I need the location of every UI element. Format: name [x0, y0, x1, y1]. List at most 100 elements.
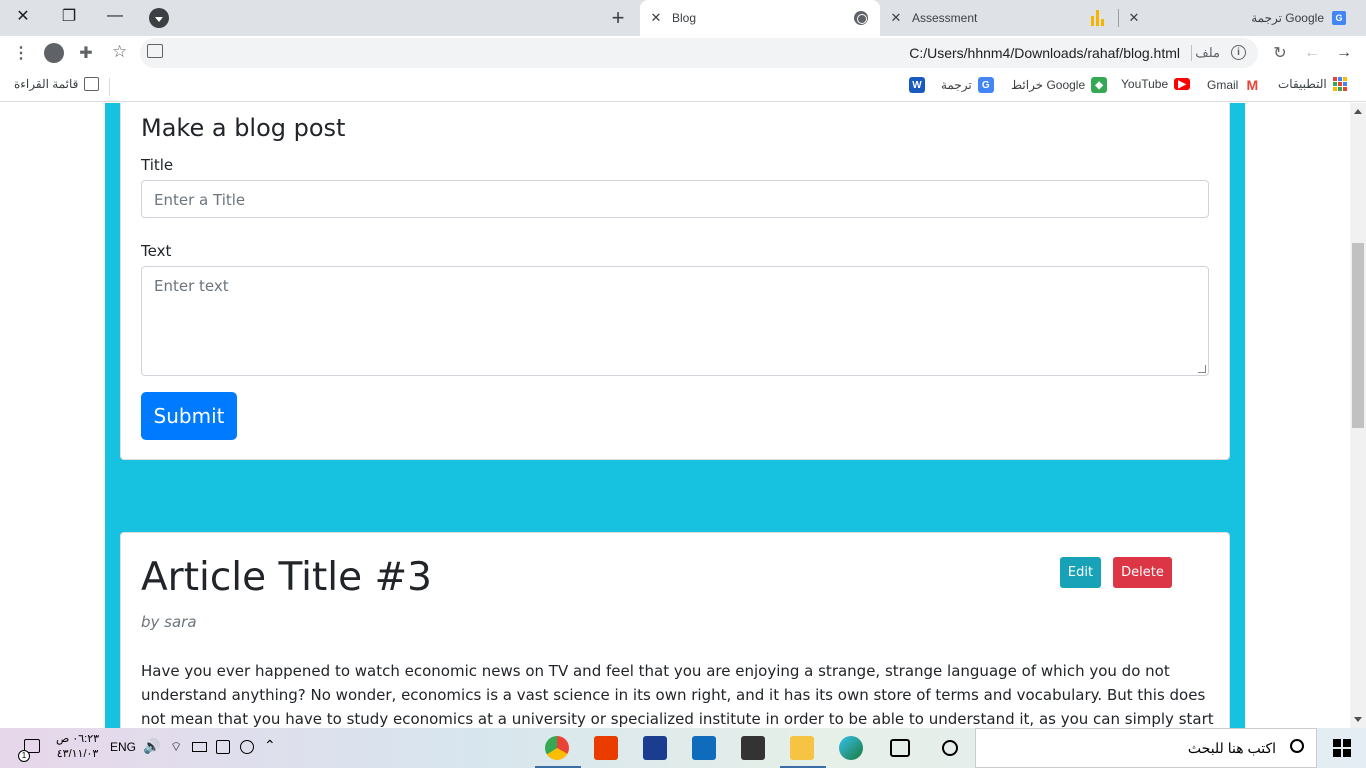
word-icon: W — [909, 77, 925, 93]
google-translate-icon: G — [1332, 11, 1346, 25]
tab-google-translate[interactable]: ✕ ترجمة Google G — [1120, 0, 1360, 36]
delete-button[interactable]: Delete — [1113, 557, 1172, 588]
task-view-icon[interactable] — [890, 739, 910, 757]
mail-taskbar-icon[interactable] — [692, 736, 716, 760]
youtube-icon: ▶ — [1174, 78, 1191, 90]
bar-chart-icon — [1091, 10, 1104, 26]
store-taskbar-icon[interactable] — [741, 736, 765, 760]
url-text: C:/Users/hhnm4/Downloads/rahaf/blog.html — [909, 45, 1180, 61]
bookmark-label: خرائط Google — [1011, 78, 1086, 92]
reading-list-icon — [84, 77, 100, 91]
scroll-down-arrow-icon[interactable] — [1354, 717, 1362, 722]
volume-icon[interactable]: 🔊 — [143, 738, 160, 755]
tab-close-icon[interactable]: ✕ — [1126, 10, 1142, 26]
scroll-up-arrow-icon[interactable] — [1354, 109, 1362, 114]
forward-arrow-icon[interactable]: → — [1331, 40, 1357, 66]
search-placeholder: اكتب هنا للبحث — [1187, 740, 1276, 756]
browser-toolbar: ⋮ ✚ ☆ C:/Users/hhnm4/Downloads/rahaf/blo… — [0, 36, 1366, 70]
menu-kebab-icon[interactable]: ⋮ — [8, 40, 34, 66]
extensions-icon[interactable]: ✚ — [73, 40, 99, 66]
teams-taskbar-icon[interactable] — [643, 736, 667, 760]
windows-taskbar: 1 ٠٦:٢٣ ص ٤٣/١١/٠٣ ENG 🔊 ⌔ ⌃ اكتب هنا لل… — [0, 728, 1366, 768]
chrome-taskbar-icon[interactable] — [545, 736, 569, 760]
security-icon[interactable] — [240, 740, 254, 754]
minimize-icon: — — [107, 7, 123, 24]
bookmark-label: ترجمة — [941, 78, 972, 92]
blog-post-form: Make a blog post Title Enter a Title Tex… — [120, 103, 1230, 460]
search-icon — [1290, 739, 1304, 753]
tab-blog[interactable]: ✕ Blog — [640, 0, 880, 36]
language-indicator[interactable]: ENG — [110, 740, 136, 754]
restore-window-button[interactable]: ❐ — [46, 0, 92, 32]
tab-title: Blog — [672, 11, 697, 25]
minimize-window-button[interactable]: — — [92, 0, 138, 32]
translate-icon: G — [977, 77, 994, 93]
tab-title: ترجمة Google — [1251, 11, 1324, 25]
globe-icon — [854, 11, 868, 25]
notification-count-badge: 1 — [18, 750, 30, 762]
battery-icon[interactable] — [192, 742, 207, 752]
reading-list-label: قائمة القراءة — [14, 77, 79, 91]
info-icon[interactable]: i — [1231, 45, 1246, 60]
bookmark-gmail[interactable]: Gmail M — [1207, 77, 1261, 93]
bookmark-star-icon[interactable]: ☆ — [112, 42, 127, 62]
edge-taskbar-icon[interactable] — [839, 736, 863, 760]
office-taskbar-icon[interactable] — [594, 736, 618, 760]
scrollbar-thumb[interactable] — [1352, 243, 1364, 428]
wifi-icon[interactable]: ⌔ — [170, 739, 182, 755]
submit-button[interactable]: Submit — [141, 392, 237, 440]
gmail-icon: M — [1244, 77, 1261, 93]
tab-assessment[interactable]: ✕ Assessment — [882, 0, 1116, 36]
profile-button[interactable] — [41, 40, 67, 66]
apps-icon — [1332, 77, 1347, 91]
windows-start-icon[interactable] — [1333, 739, 1351, 757]
resize-handle[interactable] — [1198, 365, 1206, 373]
tab-strip: ✕ ❐ — + ✕ Blog ✕ Assessment ✕ ترجمة Goog… — [0, 0, 1366, 36]
bookmark-apps[interactable]: التطبيقات — [1278, 77, 1347, 91]
close-icon: ✕ — [16, 8, 30, 25]
bookmark-youtube[interactable]: YouTube ▶ — [1121, 77, 1191, 91]
maps-icon: ◆ — [1091, 77, 1108, 93]
reload-icon[interactable]: ↻ — [1267, 40, 1293, 66]
tab-close-icon[interactable]: ✕ — [648, 10, 664, 26]
bookmark-label: YouTube — [1121, 77, 1169, 91]
clock-time: ٠٦:٢٣ ص — [56, 733, 100, 745]
title-label: Title — [141, 156, 174, 174]
article-card: Article Title #3 by sara Edit Delete Hav… — [120, 532, 1230, 728]
bookmarks-bar: قائمة القراءة W ترجمة G خرائط Google ◆ Y… — [0, 70, 1366, 102]
clock-date: ٤٣/١١/٠٣ — [56, 748, 99, 760]
reading-list-button[interactable]: قائمة القراءة — [14, 77, 100, 91]
bookmark-word[interactable]: W — [909, 77, 925, 93]
edit-button[interactable]: Edit — [1060, 557, 1101, 588]
back-arrow-icon[interactable]: ← — [1299, 40, 1325, 66]
close-window-button[interactable]: ✕ — [0, 0, 46, 32]
form-heading: Make a blog post — [141, 114, 346, 142]
new-tab-button[interactable]: + — [605, 5, 631, 30]
clock[interactable]: ٠٦:٢٣ ص ٤٣/١١/٠٣ — [56, 732, 99, 762]
cortana-icon[interactable] — [942, 740, 958, 756]
tab-search-button[interactable] — [149, 8, 169, 28]
tab-close-icon[interactable]: ✕ — [888, 10, 904, 26]
article-author: by sara — [141, 613, 197, 631]
plus-icon: + — [611, 5, 625, 30]
show-hidden-icons-chevron-icon[interactable]: ⌃ — [264, 737, 276, 754]
bookmark-translate[interactable]: ترجمة G — [941, 77, 994, 93]
meet-now-icon[interactable] — [216, 740, 230, 754]
article-title: Article Title #3 — [141, 555, 432, 600]
text-textarea[interactable]: Enter text — [141, 266, 1209, 376]
profile-icon — [44, 43, 64, 63]
article-body: Have you ever happened to watch economic… — [141, 662, 1214, 728]
vertical-scrollbar[interactable] — [1350, 103, 1366, 728]
bookmark-label: التطبيقات — [1278, 77, 1327, 91]
bookmark-label: Gmail — [1207, 78, 1239, 92]
file-explorer-taskbar-icon[interactable] — [790, 736, 814, 760]
taskbar-search-box[interactable]: اكتب هنا للبحث — [975, 728, 1317, 768]
restore-icon: ❐ — [61, 8, 77, 25]
tab-title: Assessment — [912, 11, 978, 25]
bookmark-google-maps[interactable]: خرائط Google ◆ — [1011, 77, 1108, 93]
text-placeholder: Enter text — [154, 277, 229, 295]
title-input[interactable]: Enter a Title — [141, 180, 1209, 218]
cast-icon[interactable] — [147, 44, 163, 58]
page-viewport: Make a blog post Title Enter a Title Tex… — [0, 103, 1350, 728]
address-bar[interactable]: ☆ C:/Users/hhnm4/Downloads/rahaf/blog.ht… — [112, 38, 1258, 68]
